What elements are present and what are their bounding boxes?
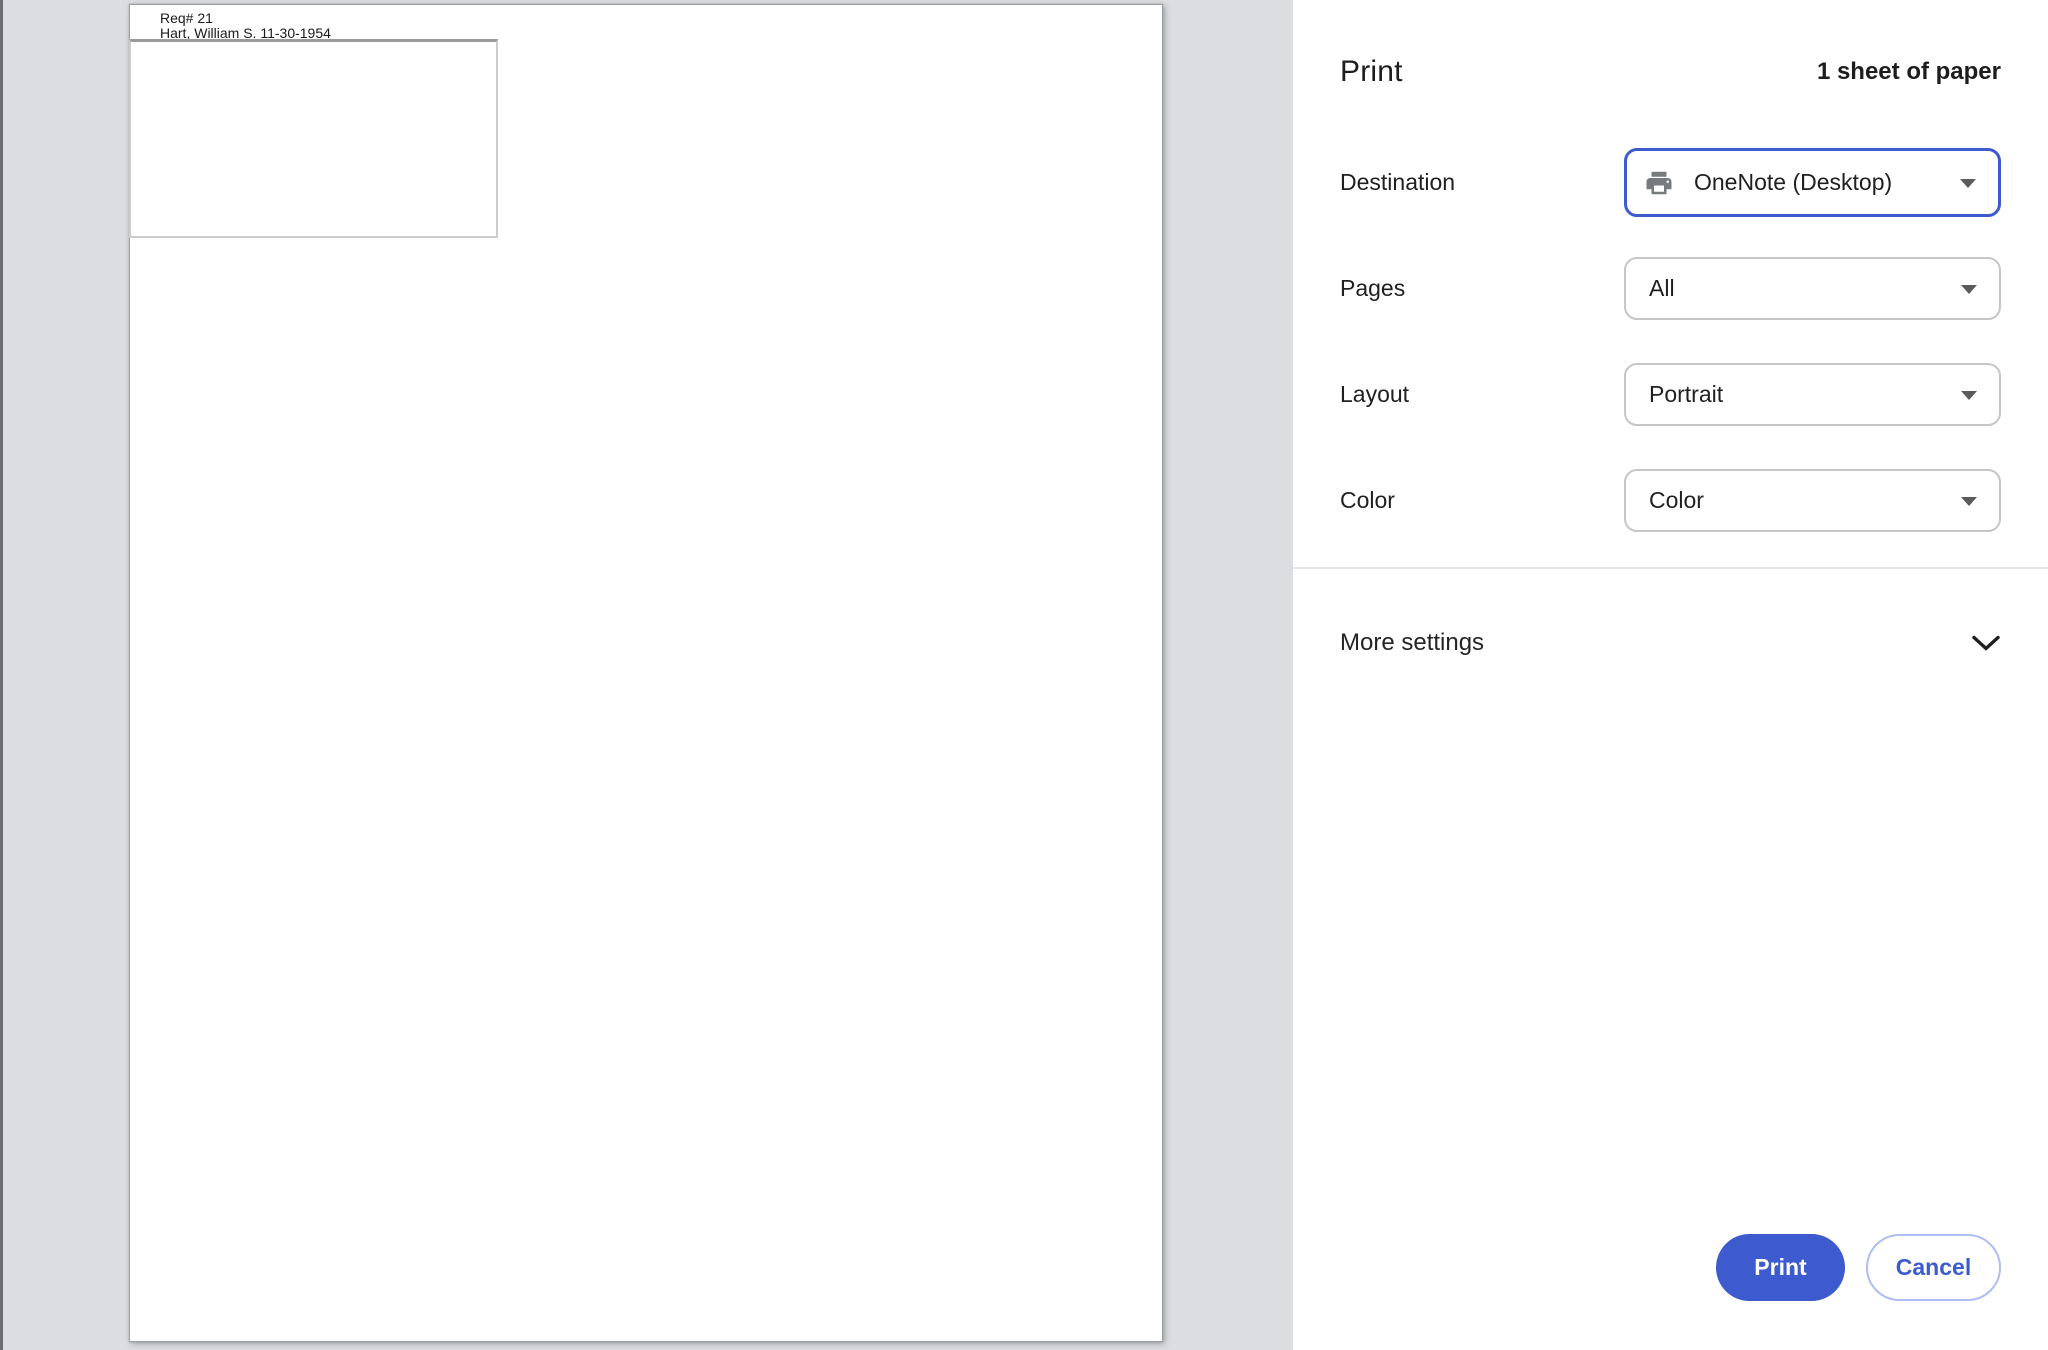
layout-row: Layout Portrait <box>1340 363 2001 426</box>
destination-label: Destination <box>1340 169 1624 196</box>
dialog-header: Print 1 sheet of paper <box>1340 46 2001 98</box>
cancel-button[interactable]: Cancel <box>1866 1234 2001 1301</box>
preview-page: Req# 21 Hart, William S. 11-30-1954 <box>129 4 1163 1342</box>
destination-row: Destination OneNote (Desktop) <box>1340 148 2001 217</box>
color-row: Color Color <box>1340 469 2001 532</box>
printer-icon <box>1644 168 1674 198</box>
sheet-count-summary: 1 sheet of paper <box>1817 58 2001 86</box>
layout-label: Layout <box>1340 381 1624 408</box>
dropdown-caret-icon <box>1960 179 1976 188</box>
print-button[interactable]: Print <box>1716 1234 1845 1301</box>
chevron-down-icon <box>1971 634 2001 652</box>
dialog-title: Print <box>1340 55 1403 89</box>
print-settings-pane: Print 1 sheet of paper Destination OneNo… <box>1293 0 2048 1350</box>
dropdown-caret-icon <box>1961 391 1977 400</box>
more-settings-label: More settings <box>1340 629 1484 657</box>
print-preview-pane: Req# 21 Hart, William S. 11-30-1954 <box>0 0 1293 1350</box>
pages-select[interactable]: All <box>1624 257 2001 320</box>
layout-select[interactable]: Portrait <box>1624 363 2001 426</box>
dropdown-caret-icon <box>1961 497 1977 506</box>
more-settings-toggle[interactable]: More settings <box>1293 601 2048 685</box>
document-header: Req# 21 Hart, William S. 11-30-1954 <box>160 11 331 41</box>
dialog-footer: Print Cancel <box>1716 1234 2001 1301</box>
color-select[interactable]: Color <box>1624 469 2001 532</box>
destination-select[interactable]: OneNote (Desktop) <box>1624 148 2001 217</box>
destination-value: OneNote (Desktop) <box>1694 169 1892 196</box>
dropdown-caret-icon <box>1961 285 1977 294</box>
layout-value: Portrait <box>1649 381 1723 408</box>
color-value: Color <box>1649 487 1704 514</box>
color-label: Color <box>1340 487 1624 514</box>
print-dialog: Req# 21 Hart, William S. 11-30-1954 Prin… <box>0 0 2048 1350</box>
pages-row: Pages All <box>1340 257 2001 320</box>
document-empty-box <box>129 39 498 238</box>
document-header-line1: Req# 21 <box>160 11 331 26</box>
pages-label: Pages <box>1340 275 1624 302</box>
settings-divider <box>1293 567 2048 569</box>
pages-value: All <box>1649 275 1675 302</box>
window-left-edge <box>0 0 3 1350</box>
